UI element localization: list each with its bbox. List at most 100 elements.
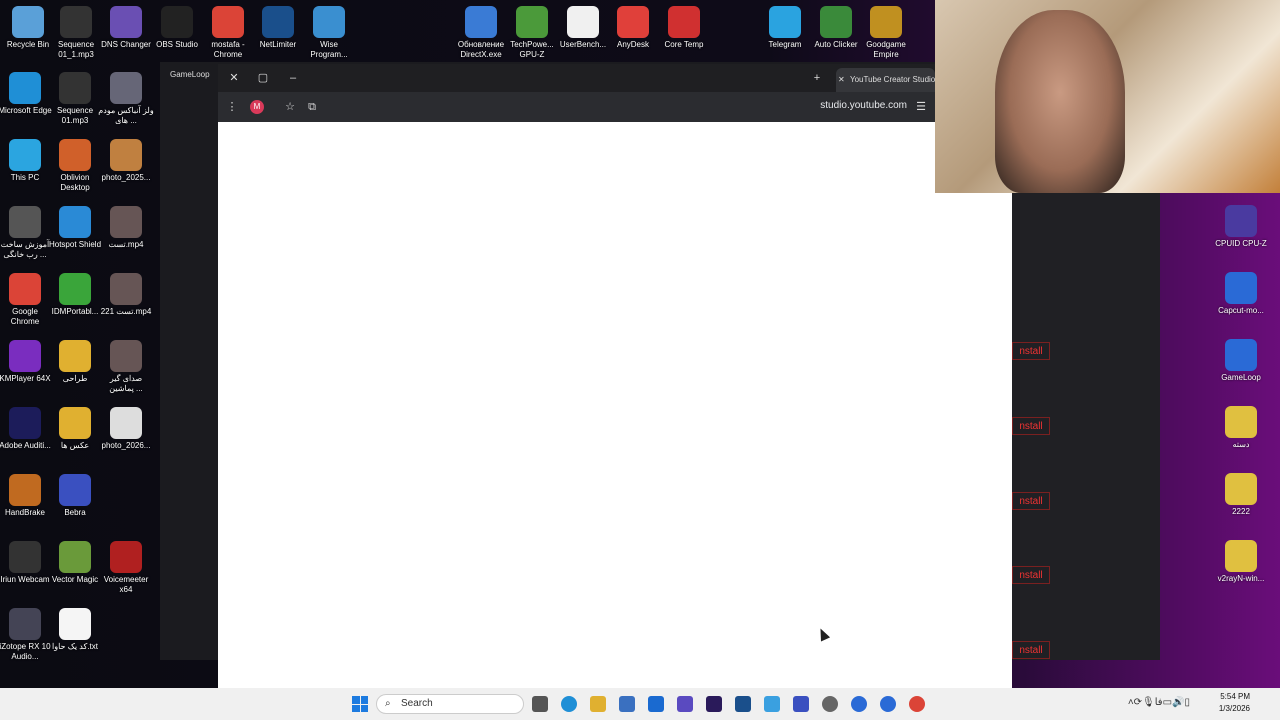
desktop-icon[interactable]: Telegram bbox=[757, 6, 813, 50]
menu-icon[interactable]: ⋮ bbox=[224, 99, 240, 115]
install-button[interactable]: nstall bbox=[1012, 417, 1050, 435]
mic-icon[interactable]: 🎙 bbox=[1142, 697, 1155, 708]
netlimiter-icon[interactable] bbox=[735, 696, 751, 712]
desktop-icon-label: Wise Program... bbox=[310, 40, 348, 59]
desktop-icon[interactable]: آموزش ساخت رب خانگی ... bbox=[0, 206, 53, 260]
desktop-icon[interactable]: AnyDesk bbox=[605, 6, 661, 50]
desktop-icon[interactable]: طراحی bbox=[47, 340, 103, 384]
image-file-icon bbox=[110, 407, 142, 439]
network-icon[interactable]: ▭ bbox=[1163, 697, 1172, 708]
desktop-icon-label: AnyDesk bbox=[616, 40, 649, 49]
desktop-icon[interactable]: صدای گیر پماشین ... bbox=[98, 340, 154, 394]
media-file-icon bbox=[59, 72, 91, 104]
address-bar[interactable]: studio.youtube.com bbox=[820, 100, 907, 111]
desktop-icon[interactable]: Vector Magic bbox=[47, 541, 103, 585]
edge-icon bbox=[9, 72, 41, 104]
autoclicker-icon bbox=[820, 6, 852, 38]
desktop-icon[interactable]: Capcut-mo... bbox=[1213, 272, 1269, 316]
desktop-icon[interactable]: Iriun Webcam bbox=[0, 541, 53, 585]
desktop-icon[interactable]: عکس ها bbox=[47, 407, 103, 451]
desktop-icon[interactable]: HandBrake bbox=[0, 474, 53, 518]
desktop-icon[interactable]: Auto Clicker bbox=[808, 6, 864, 50]
desktop-icon[interactable]: Sequence 01.mp3 bbox=[47, 72, 103, 126]
desktop-icon[interactable]: OBS Studio bbox=[149, 6, 205, 50]
tab-close-icon[interactable]: ✕ bbox=[838, 68, 845, 92]
desktop-icon[interactable]: CPUID CPU-Z bbox=[1213, 205, 1269, 249]
install-button[interactable]: nstall bbox=[1012, 342, 1050, 360]
chrome-icon[interactable] bbox=[909, 696, 925, 712]
volume-icon[interactable]: 🔊 bbox=[1172, 697, 1184, 708]
desktop-icon[interactable] bbox=[98, 474, 154, 508]
capcut-icon[interactable] bbox=[880, 696, 896, 712]
desktop-icon[interactable]: UserBench... bbox=[555, 6, 611, 50]
file-explorer-icon[interactable] bbox=[590, 696, 606, 712]
desktop-icon[interactable]: Sequence 01_1.mp3 bbox=[48, 6, 104, 60]
desktop-icon[interactable]: Обновление DirectX.exe bbox=[453, 6, 509, 60]
bookmark-star-icon[interactable]: ☆ bbox=[282, 99, 298, 115]
desktop-icon[interactable]: photo_2026... bbox=[98, 407, 154, 451]
task-view-icon[interactable] bbox=[532, 696, 548, 712]
translate-icon[interactable]: ⧉ bbox=[304, 99, 320, 115]
desktop-icon[interactable]: Microsoft Edge bbox=[0, 72, 53, 116]
desktop-icon-label: Oblivion Desktop bbox=[60, 173, 90, 192]
premiere-icon[interactable] bbox=[706, 696, 722, 712]
site-settings-icon[interactable]: ☰ bbox=[913, 99, 929, 115]
desktop-icon[interactable]: تست.mp4 bbox=[98, 206, 154, 250]
desktop-icon[interactable]: Core Temp bbox=[656, 6, 712, 50]
desktop-icon[interactable]: 2222 bbox=[1213, 473, 1269, 517]
bebra-icon[interactable] bbox=[793, 696, 809, 712]
install-button[interactable]: nstall bbox=[1012, 492, 1050, 510]
store-icon[interactable] bbox=[619, 696, 635, 712]
desktop-icon[interactable]: Wise Program... bbox=[301, 6, 357, 60]
lang-indicator[interactable]: فا bbox=[1155, 697, 1163, 708]
desktop-icon[interactable]: GameLoop bbox=[1213, 339, 1269, 383]
taskbar-search[interactable]: ⌕ Search bbox=[376, 694, 524, 714]
minimize-icon[interactable]: – bbox=[285, 70, 301, 86]
desktop-icon[interactable]: NetLimiter bbox=[250, 6, 306, 50]
telegram-icon bbox=[769, 6, 801, 38]
desktop-icon[interactable]: Adobe Auditi... bbox=[0, 407, 53, 451]
tab-youtube-studio[interactable]: ✕ YouTube Creator Studio bbox=[836, 68, 935, 92]
desktop-icon[interactable]: Goodgame Empire bbox=[858, 6, 914, 60]
install-button[interactable]: nstall bbox=[1012, 566, 1050, 584]
desktop-icon[interactable]: KMPlayer 64X bbox=[0, 340, 53, 384]
desktop-icon[interactable]: photo_2025... bbox=[98, 139, 154, 183]
desktop-icon[interactable]: Oblivion Desktop bbox=[47, 139, 103, 193]
system-tray[interactable]: ˄⟳🎙فا▭🔊▯ bbox=[1128, 697, 1190, 708]
desktop-icon[interactable]: Hotspot Shield bbox=[47, 206, 103, 250]
coretemp-icon bbox=[668, 6, 700, 38]
maximize-icon[interactable]: ▢ bbox=[255, 70, 271, 86]
desktop-icon[interactable]: TechPowe... GPU-Z bbox=[504, 6, 560, 60]
desktop-icon[interactable]: v2rayN-win... bbox=[1213, 540, 1269, 584]
bebra-icon bbox=[59, 474, 91, 506]
chrome-icon bbox=[9, 273, 41, 305]
desktop-icon[interactable]: تست 221.mp4 bbox=[98, 273, 154, 317]
desktop-icon-label: Iriun Webcam bbox=[0, 575, 50, 584]
gameloop-icon[interactable] bbox=[851, 696, 867, 712]
desktop-icon[interactable]: Google Chrome bbox=[0, 273, 53, 327]
edge-icon[interactable] bbox=[561, 696, 577, 712]
clock[interactable]: 5:54 PM 1/3/2026 bbox=[1219, 691, 1250, 715]
desktop-icon-label: Core Temp bbox=[664, 40, 704, 49]
close-icon[interactable]: ✕ bbox=[226, 70, 242, 86]
install-button[interactable]: nstall bbox=[1012, 641, 1050, 659]
teams-icon[interactable] bbox=[677, 696, 693, 712]
desktop-icon[interactable]: iZotope RX 10 Audio... bbox=[0, 608, 53, 662]
outlook-icon[interactable] bbox=[648, 696, 664, 712]
desktop-icon[interactable]: ولز آنباکس مودم های ... bbox=[98, 72, 154, 126]
avatar[interactable]: M bbox=[250, 100, 264, 114]
sync-icon[interactable]: ⟳ bbox=[1134, 697, 1142, 708]
desktop-icon[interactable]: دسته bbox=[1213, 406, 1269, 450]
start-button[interactable] bbox=[352, 696, 368, 712]
settings-icon[interactable] bbox=[822, 696, 838, 712]
desktop-icon[interactable]: This PC bbox=[0, 139, 53, 183]
desktop-icon[interactable]: IDMPortabl... bbox=[47, 273, 103, 317]
desktop-icon[interactable]: mostafa - Chrome bbox=[200, 6, 256, 60]
desktop-icon[interactable]: Voicemeeter x64 bbox=[98, 541, 154, 595]
battery-icon[interactable]: ▯ bbox=[1184, 697, 1190, 708]
desktop-icon[interactable]: DNS Changer bbox=[98, 6, 154, 50]
security-icon[interactable] bbox=[764, 696, 780, 712]
new-tab-icon[interactable]: + bbox=[809, 70, 825, 86]
desktop-icon[interactable]: کد یک حاوا.txt bbox=[47, 608, 103, 652]
desktop-icon[interactable]: Bebra bbox=[47, 474, 103, 518]
